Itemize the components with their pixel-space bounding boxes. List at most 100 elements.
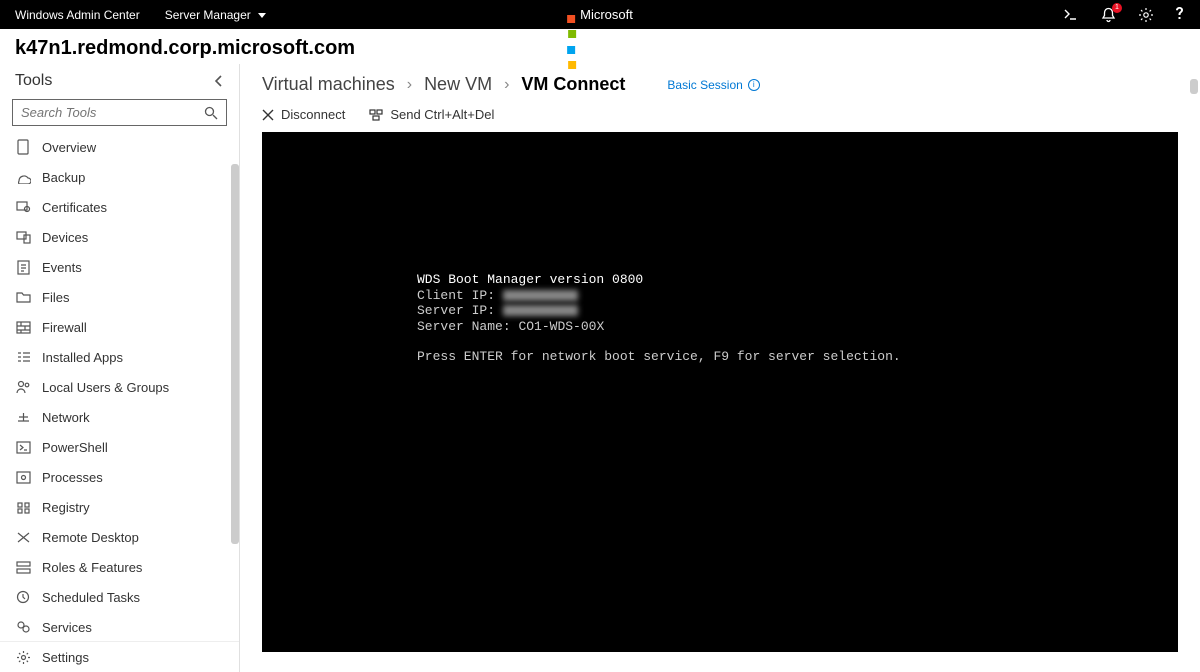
sidebar-item-certificates[interactable]: Certificates	[0, 192, 239, 222]
client-ip-label: Client IP:	[417, 288, 495, 303]
settings-label: Settings	[42, 650, 89, 665]
sidebar-item-label: Roles & Features	[42, 560, 142, 575]
sidebar-item-label: PowerShell	[42, 440, 108, 455]
console-server-name-row: Server Name: CO1-WDS-00X	[417, 319, 643, 335]
breadcrumb: Virtual machines › New VM › VM Connect B…	[240, 64, 1200, 103]
firewall-icon	[15, 319, 31, 335]
notifications-icon[interactable]: 1	[1101, 7, 1116, 23]
help-icon[interactable]	[1176, 7, 1185, 22]
basic-session-link[interactable]: Basic Session i	[667, 78, 759, 92]
server-ip-label: Server IP:	[417, 303, 495, 318]
sidebar: Tools Overview Backup Certificates	[0, 64, 240, 672]
services-icon	[15, 619, 31, 635]
processes-icon	[15, 469, 31, 485]
sidebar-item-services[interactable]: Services	[0, 612, 239, 642]
devices-icon	[15, 229, 31, 245]
chevron-down-icon	[256, 8, 266, 22]
redacted-value	[503, 305, 578, 316]
sidebar-item-label: Local Users & Groups	[42, 380, 169, 395]
send-cad-label: Send Ctrl+Alt+Del	[390, 107, 494, 122]
sidebar-item-roles-features[interactable]: Roles & Features	[0, 552, 239, 582]
send-ctrl-alt-del-button[interactable]: Send Ctrl+Alt+Del	[369, 107, 494, 122]
sidebar-item-label: Certificates	[42, 200, 107, 215]
collapse-sidebar-icon[interactable]	[214, 74, 224, 88]
sidebar-item-label: Scheduled Tasks	[42, 590, 140, 605]
server-manager-dropdown[interactable]: Server Manager	[165, 8, 266, 22]
server-name-value: CO1-WDS-00X	[518, 319, 604, 334]
sidebar-item-registry[interactable]: Registry	[0, 492, 239, 522]
server-manager-label: Server Manager	[165, 8, 251, 22]
network-icon	[15, 409, 31, 425]
certificates-icon	[15, 199, 31, 215]
main-scrollbar[interactable]	[1190, 79, 1198, 94]
sidebar-item-local-users[interactable]: Local Users & Groups	[0, 372, 239, 402]
sidebar-item-label: Overview	[42, 140, 96, 155]
console-server-ip-row: Server IP:	[417, 303, 643, 319]
sidebar-item-events[interactable]: Events	[0, 252, 239, 282]
top-bar: Windows Admin Center Server Manager Micr…	[0, 0, 1200, 29]
microsoft-logo-icon	[567, 11, 575, 19]
sidebar-item-firewall[interactable]: Firewall	[0, 312, 239, 342]
breadcrumb-connect: VM Connect	[521, 74, 625, 95]
backup-icon	[15, 169, 31, 185]
sidebar-scrollbar[interactable]	[231, 164, 239, 544]
console-client-ip-row: Client IP:	[417, 288, 643, 304]
sidebar-settings[interactable]: Settings	[0, 641, 239, 672]
server-name-label: Server Name:	[417, 319, 511, 334]
sidebar-item-backup[interactable]: Backup	[0, 162, 239, 192]
powershell-tool-icon	[15, 439, 31, 455]
search-input[interactable]	[21, 105, 204, 120]
sidebar-item-label: Network	[42, 410, 90, 425]
powershell-icon[interactable]	[1063, 8, 1079, 22]
gear-icon	[15, 649, 31, 665]
sidebar-item-label: Services	[42, 620, 92, 635]
sidebar-item-devices[interactable]: Devices	[0, 222, 239, 252]
sidebar-item-label: Installed Apps	[42, 350, 123, 365]
breadcrumb-vm[interactable]: Virtual machines	[262, 74, 395, 95]
admin-center-link[interactable]: Windows Admin Center	[15, 8, 140, 22]
sidebar-item-powershell[interactable]: PowerShell	[0, 432, 239, 462]
roles-icon	[15, 559, 31, 575]
info-icon: i	[748, 79, 760, 91]
sidebar-item-label: Registry	[42, 500, 90, 515]
sidebar-item-network[interactable]: Network	[0, 402, 239, 432]
tools-title: Tools	[15, 72, 52, 90]
tools-list: Overview Backup Certificates Devices Eve…	[0, 132, 239, 672]
sidebar-item-label: Backup	[42, 170, 85, 185]
console-output: WDS Boot Manager version 0800 Client IP:…	[417, 272, 643, 334]
console-hint: Press ENTER for network boot service, F9…	[417, 349, 901, 364]
events-icon	[15, 259, 31, 275]
scheduled-tasks-icon	[15, 589, 31, 605]
installed-apps-icon	[15, 349, 31, 365]
brand-text: Microsoft	[580, 7, 633, 22]
disconnect-button[interactable]: Disconnect	[262, 107, 345, 122]
search-tools-box[interactable]	[12, 99, 227, 126]
basic-session-label: Basic Session	[667, 78, 742, 92]
sidebar-item-label: Files	[42, 290, 69, 305]
sidebar-item-overview[interactable]: Overview	[0, 132, 239, 162]
sidebar-item-label: Devices	[42, 230, 88, 245]
keyboard-icon	[369, 109, 383, 121]
files-icon	[15, 289, 31, 305]
remote-desktop-icon	[15, 529, 31, 545]
chevron-right-icon: ›	[504, 76, 509, 94]
sidebar-item-scheduled-tasks[interactable]: Scheduled Tasks	[0, 582, 239, 612]
sidebar-item-processes[interactable]: Processes	[0, 462, 239, 492]
sidebar-item-label: Processes	[42, 470, 103, 485]
sidebar-item-remote-desktop[interactable]: Remote Desktop	[0, 522, 239, 552]
sidebar-item-installed-apps[interactable]: Installed Apps	[0, 342, 239, 372]
users-icon	[15, 379, 31, 395]
close-icon	[262, 109, 274, 121]
disconnect-label: Disconnect	[281, 107, 345, 122]
redacted-value	[503, 290, 578, 301]
sidebar-item-files[interactable]: Files	[0, 282, 239, 312]
search-icon	[204, 106, 218, 120]
chevron-right-icon: ›	[407, 76, 412, 94]
vm-console[interactable]: WDS Boot Manager version 0800 Client IP:…	[262, 132, 1178, 652]
notification-badge: 1	[1112, 3, 1122, 13]
main-content: Virtual machines › New VM › VM Connect B…	[240, 64, 1200, 672]
registry-icon	[15, 499, 31, 515]
breadcrumb-newvm[interactable]: New VM	[424, 74, 492, 95]
settings-gear-icon[interactable]	[1138, 7, 1154, 23]
brand: Microsoft	[567, 7, 633, 22]
